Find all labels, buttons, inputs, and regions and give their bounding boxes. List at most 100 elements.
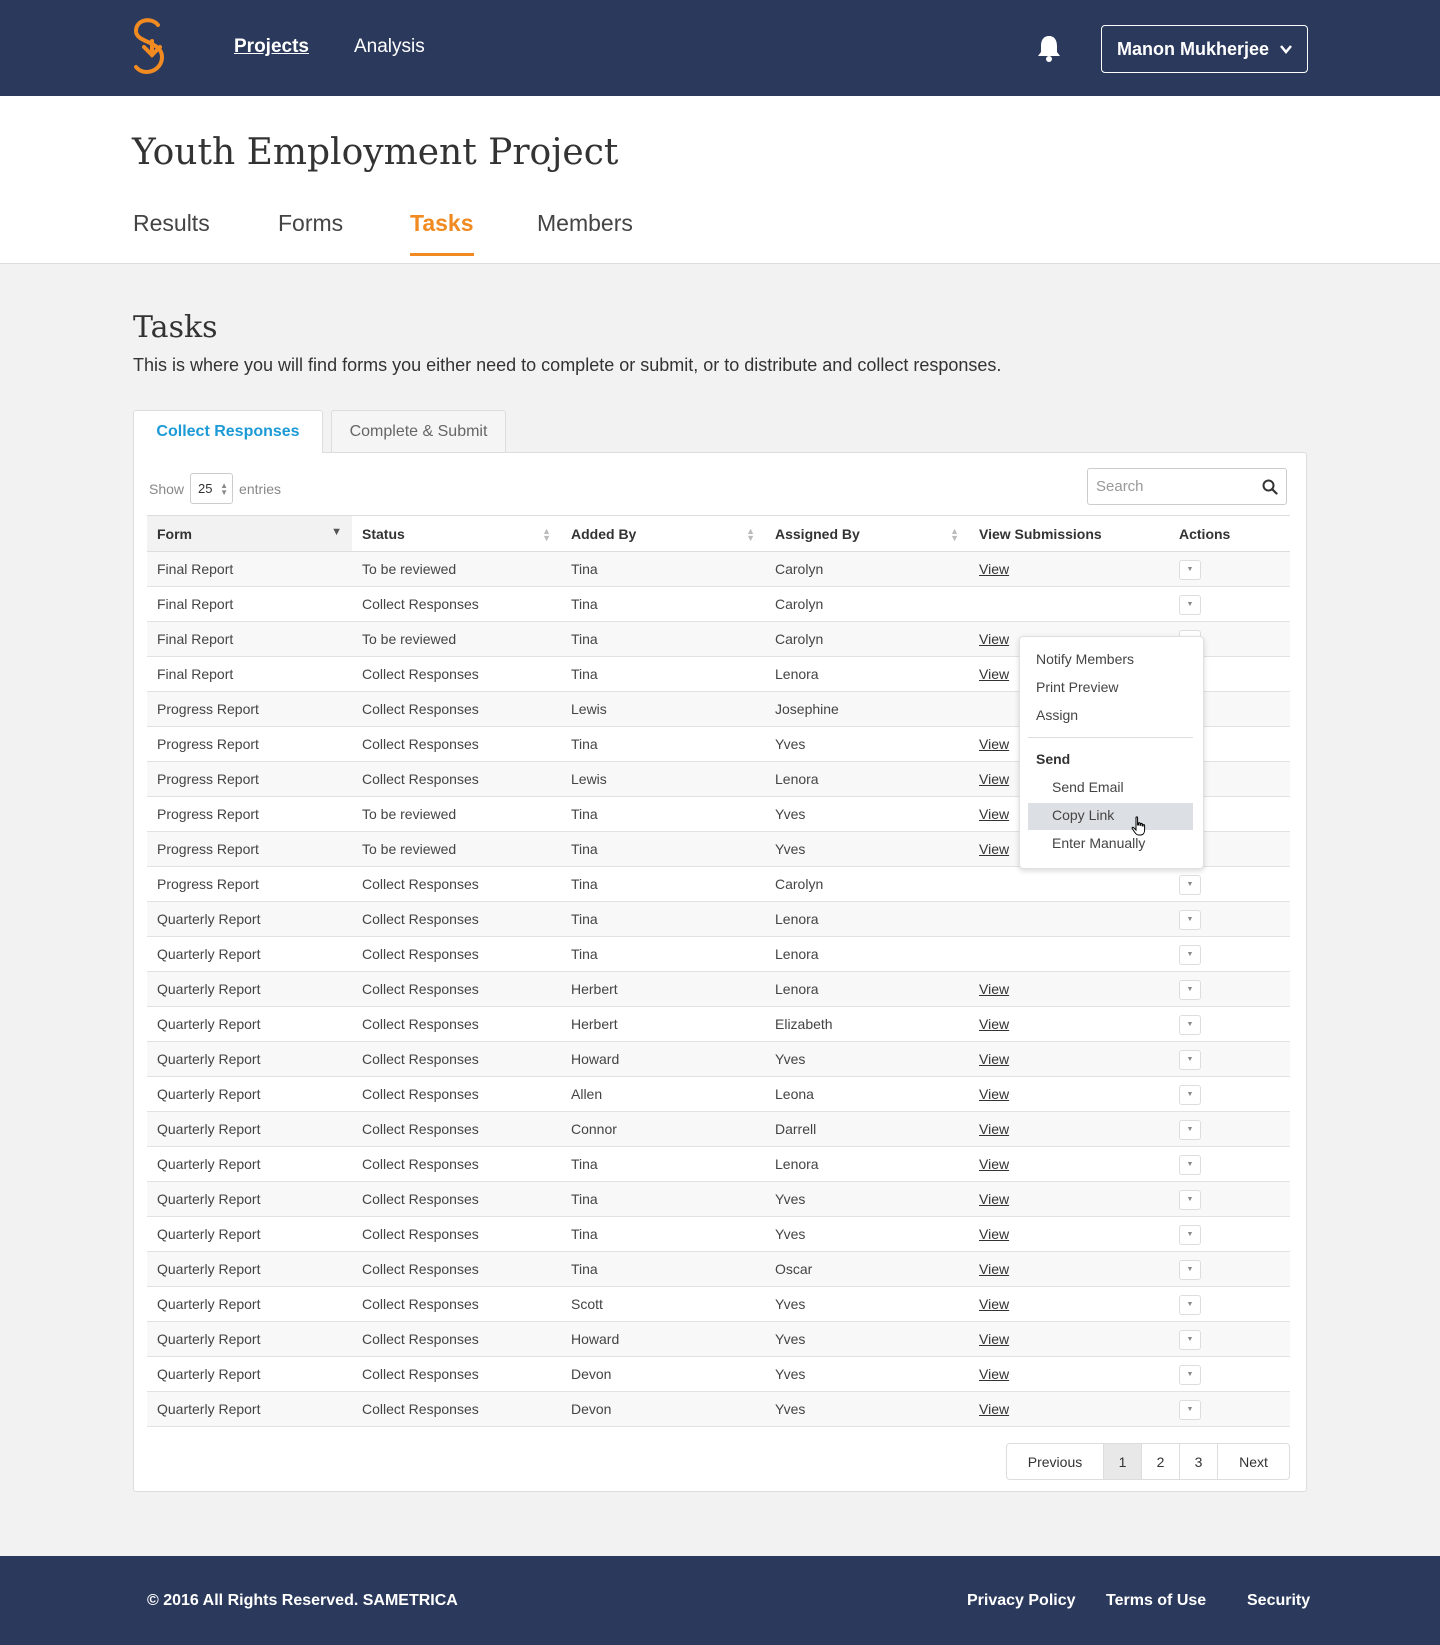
footer-copyright: © 2016 All Rights Reserved. SAMETRICA: [147, 1592, 458, 1609]
cell-actions: ▼: [1169, 1321, 1290, 1357]
view-submissions-link[interactable]: View: [979, 1331, 1009, 1347]
footer-link-privacy-policy[interactable]: Privacy Policy: [967, 1592, 1076, 1610]
actions-dropdown-button[interactable]: ▼: [1179, 1049, 1201, 1070]
column-header-assigned-by[interactable]: Assigned By ▲ ▼: [765, 515, 969, 552]
entries-select[interactable]: 25 ▲ ▼: [190, 473, 234, 504]
menu-item-notify-members[interactable]: Notify Members: [1036, 651, 1134, 667]
cell-assigned-by: Josephine: [765, 691, 969, 727]
view-submissions-link[interactable]: View: [979, 1156, 1009, 1172]
cell-actions: ▼: [1169, 1216, 1290, 1252]
bell-icon[interactable]: [1036, 34, 1062, 62]
pagination-next[interactable]: Next: [1217, 1444, 1289, 1479]
footer-link-terms-of-use[interactable]: Terms of Use: [1106, 1592, 1206, 1610]
actions-dropdown-button[interactable]: ▼: [1179, 909, 1201, 930]
view-submissions-link[interactable]: View: [979, 1086, 1009, 1102]
actions-dropdown-button[interactable]: ▼: [1179, 1364, 1201, 1385]
menu-item-enter-manually[interactable]: Enter Manually: [1052, 835, 1145, 851]
cell-actions: ▼: [1169, 901, 1290, 937]
actions-dropdown-button[interactable]: ▼: [1179, 1259, 1201, 1280]
column-header-status[interactable]: Status ▲ ▼: [352, 515, 561, 552]
actions-dropdown-button[interactable]: ▼: [1179, 1399, 1201, 1420]
cell-status: Collect Responses: [352, 1181, 561, 1217]
search-icon[interactable]: [1262, 479, 1278, 495]
tab-tasks[interactable]: Tasks: [410, 210, 474, 256]
view-submissions-link[interactable]: View: [979, 1016, 1009, 1032]
actions-dropdown-button[interactable]: ▼: [1179, 594, 1201, 615]
tab-complete-submit[interactable]: Complete & Submit: [331, 410, 506, 452]
column-header-added-by[interactable]: Added By ▲ ▼: [561, 515, 765, 552]
actions-dropdown-button[interactable]: ▼: [1179, 1119, 1201, 1140]
tab-members[interactable]: Members: [537, 210, 633, 253]
view-submissions-link[interactable]: View: [979, 981, 1009, 997]
tab-results[interactable]: Results: [133, 210, 210, 253]
user-menu-button[interactable]: Manon Mukherjee: [1101, 25, 1308, 73]
cell-assigned-by: Yves: [765, 1181, 969, 1217]
actions-dropdown-button[interactable]: ▼: [1179, 559, 1201, 580]
cell-status: Collect Responses: [352, 586, 561, 622]
cell-assigned-by: Yves: [765, 1286, 969, 1322]
cell-added-by: Herbert: [561, 1006, 765, 1042]
cell-added-by: Tina: [561, 1181, 765, 1217]
pagination-previous[interactable]: Previous: [1007, 1444, 1103, 1479]
cell-form: Progress Report: [147, 761, 352, 797]
view-submissions-link[interactable]: View: [979, 841, 1009, 857]
menu-item-assign[interactable]: Assign: [1036, 707, 1078, 723]
search-input[interactable]: [1096, 478, 1246, 495]
tab-collect-responses[interactable]: Collect Responses: [133, 410, 323, 453]
cell-view-submissions: View: [969, 1391, 1169, 1427]
sametrica-logo-icon[interactable]: [130, 17, 170, 79]
cell-status: Collect Responses: [352, 1041, 561, 1077]
view-submissions-link[interactable]: View: [979, 806, 1009, 822]
view-submissions-link[interactable]: View: [979, 1051, 1009, 1067]
cell-form: Quarterly Report: [147, 1321, 352, 1357]
nav-projects[interactable]: Projects: [234, 36, 309, 58]
menu-item-print-preview[interactable]: Print Preview: [1036, 679, 1118, 695]
table-row: Quarterly Report Collect Responses Allen Le…: [147, 1076, 1290, 1112]
column-header-form[interactable]: Form ▼: [147, 515, 352, 552]
actions-dropdown-button[interactable]: ▼: [1179, 944, 1201, 965]
actions-dropdown-button[interactable]: ▼: [1179, 1084, 1201, 1105]
pagination-page-2[interactable]: 2: [1141, 1444, 1179, 1479]
view-submissions-link[interactable]: View: [979, 1121, 1009, 1137]
cell-status: Collect Responses: [352, 1251, 561, 1287]
cell-actions: ▼: [1169, 1391, 1290, 1427]
view-submissions-link[interactable]: View: [979, 1401, 1009, 1417]
table-row: Quarterly Report Collect Responses Tina Len…: [147, 901, 1290, 937]
view-submissions-link[interactable]: View: [979, 1366, 1009, 1382]
actions-dropdown-button[interactable]: ▼: [1179, 1154, 1201, 1175]
menu-item-copy-link[interactable]: Copy Link: [1052, 807, 1114, 823]
actions-dropdown-button[interactable]: ▼: [1179, 1224, 1201, 1245]
view-submissions-link[interactable]: View: [979, 771, 1009, 787]
actions-dropdown-button[interactable]: ▼: [1179, 1329, 1201, 1350]
pagination-page-3[interactable]: 3: [1179, 1444, 1217, 1479]
cell-status: Collect Responses: [352, 936, 561, 972]
sort-icon: ▲ ▼: [950, 526, 959, 543]
cell-added-by: Scott: [561, 1286, 765, 1322]
cell-status: Collect Responses: [352, 656, 561, 692]
menu-item-send-email[interactable]: Send Email: [1052, 779, 1124, 795]
actions-dropdown-button[interactable]: ▼: [1179, 874, 1201, 895]
table-row: Quarterly Report Collect Responses Tina Yve…: [147, 1216, 1290, 1252]
view-submissions-link[interactable]: View: [979, 1296, 1009, 1312]
cell-status: To be reviewed: [352, 621, 561, 657]
nav-analysis[interactable]: Analysis: [354, 36, 425, 58]
view-submissions-link[interactable]: View: [979, 631, 1009, 647]
cell-form: Quarterly Report: [147, 1006, 352, 1042]
view-submissions-link[interactable]: View: [979, 561, 1009, 577]
actions-dropdown-button[interactable]: ▼: [1179, 1294, 1201, 1315]
cell-view-submissions: View: [969, 1251, 1169, 1287]
cell-status: Collect Responses: [352, 1216, 561, 1252]
view-submissions-link[interactable]: View: [979, 1226, 1009, 1242]
view-submissions-link[interactable]: View: [979, 736, 1009, 752]
tab-forms[interactable]: Forms: [278, 210, 343, 253]
pagination-page-1[interactable]: 1: [1103, 1444, 1141, 1479]
footer-link-security[interactable]: Security: [1247, 1592, 1310, 1610]
view-submissions-link[interactable]: View: [979, 666, 1009, 682]
actions-dropdown-button[interactable]: ▼: [1179, 979, 1201, 1000]
cell-assigned-by: Carolyn: [765, 621, 969, 657]
cell-view-submissions: View: [969, 1006, 1169, 1042]
view-submissions-link[interactable]: View: [979, 1191, 1009, 1207]
view-submissions-link[interactable]: View: [979, 1261, 1009, 1277]
actions-dropdown-button[interactable]: ▼: [1179, 1189, 1201, 1210]
actions-dropdown-button[interactable]: ▼: [1179, 1014, 1201, 1035]
